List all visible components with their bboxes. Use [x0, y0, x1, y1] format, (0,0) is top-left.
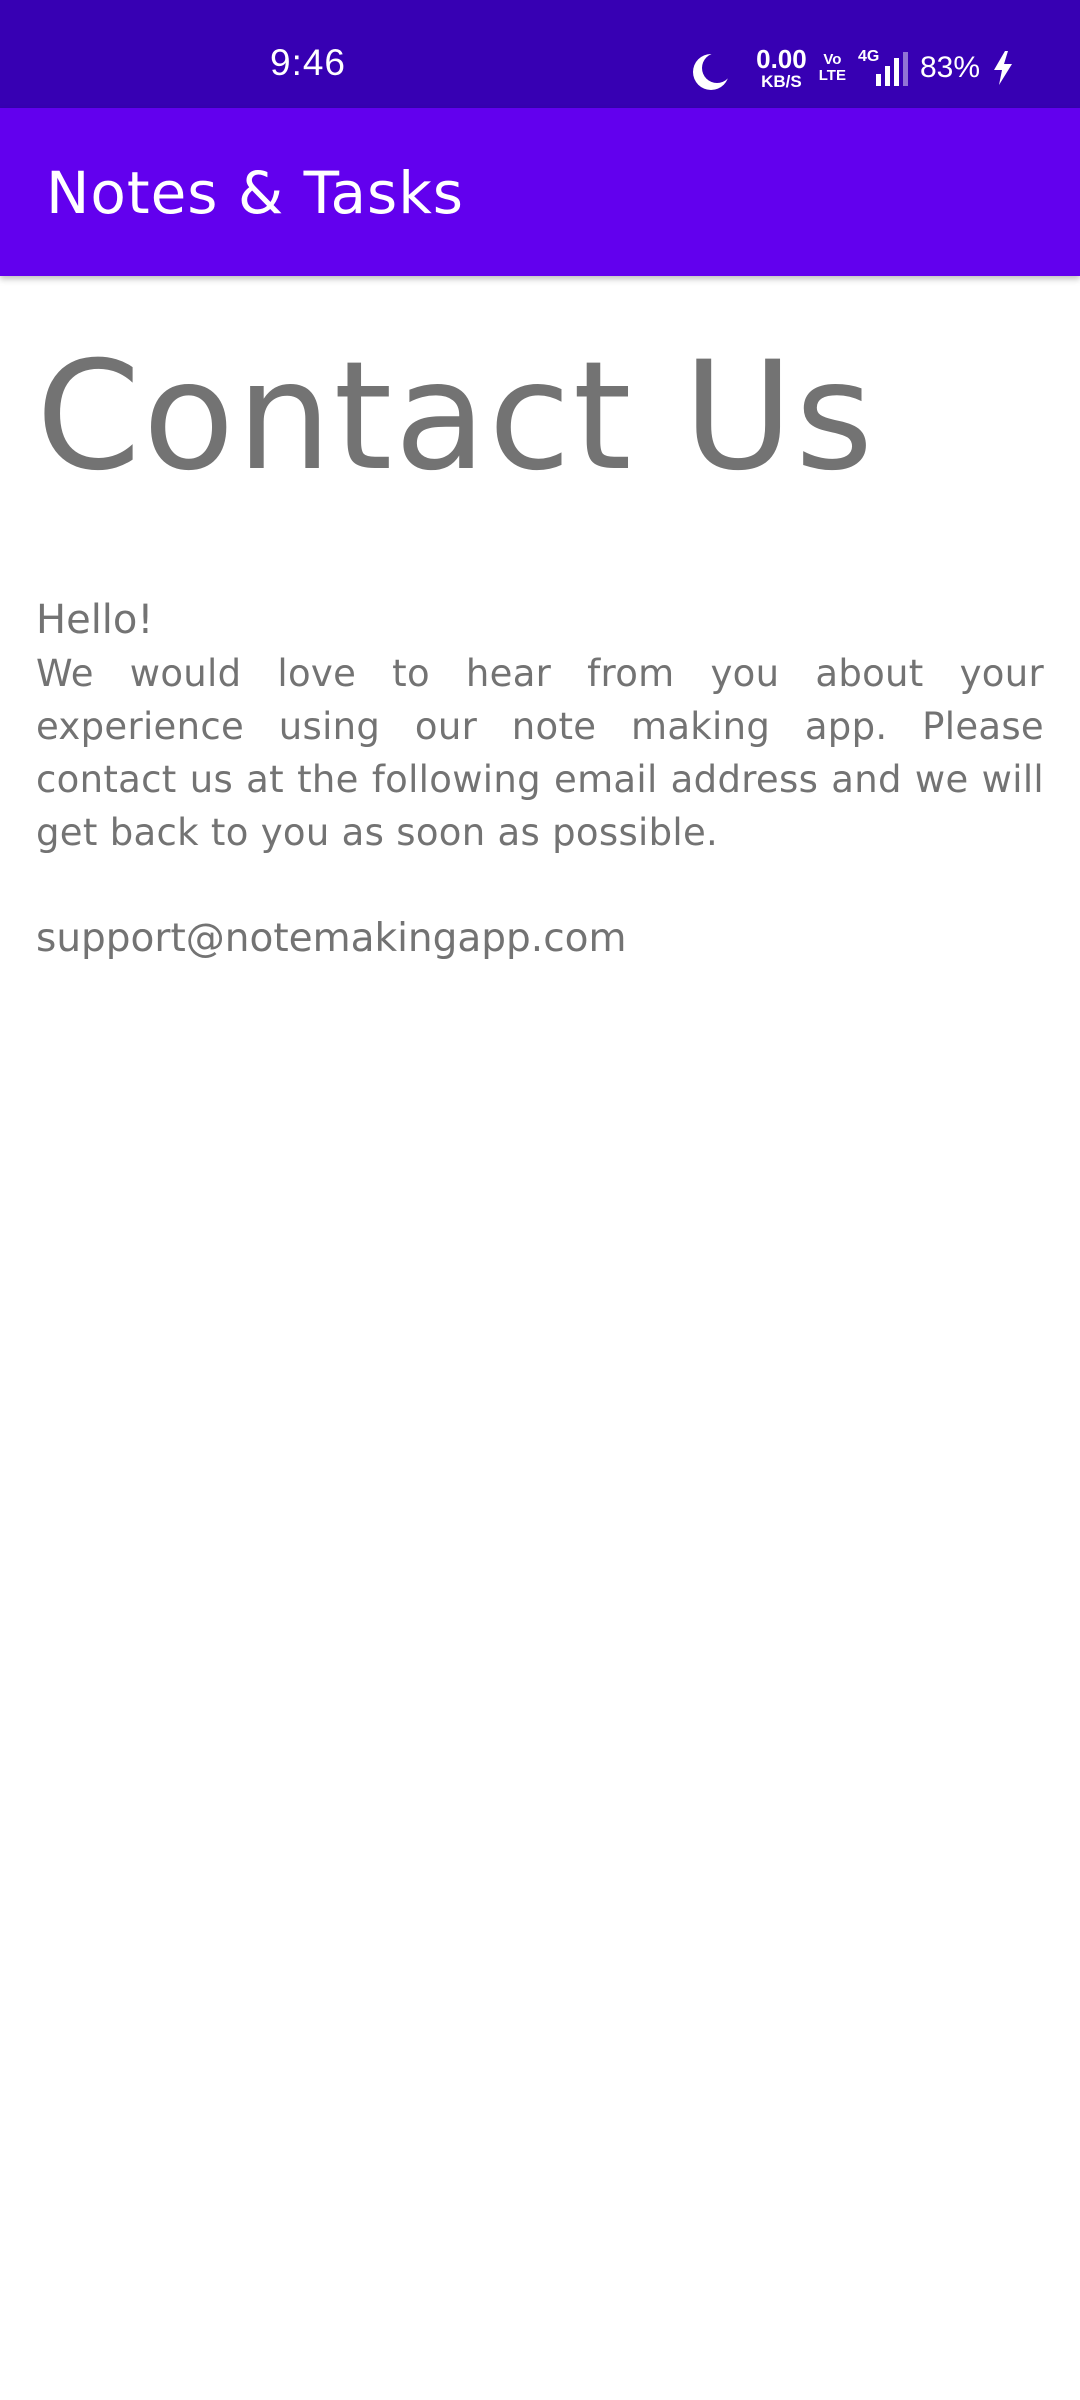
volte-top: Vo — [823, 51, 842, 69]
signal-bar — [902, 52, 908, 86]
signal-bar — [893, 58, 899, 86]
network-speed-value: 0.00 — [756, 44, 807, 74]
battery-percentage: 83% — [919, 51, 980, 84]
network-speed-unit: KB/S — [761, 72, 802, 91]
app-title: Notes & Tasks — [46, 159, 465, 227]
support-email[interactable]: support@notemakingapp.com — [36, 912, 626, 965]
signal-bar — [875, 74, 881, 86]
app-bar: Notes & Tasks — [0, 108, 1080, 276]
signal-icon: 4G — [858, 48, 908, 86]
signal-bars — [875, 52, 908, 86]
status-icons: 0.00 KB/S Vo LTE 4G 83% — [696, 46, 1014, 90]
status-time: 9:46 — [270, 42, 347, 83]
bolt-icon — [994, 51, 1012, 85]
network-speed: 0.00 KB/S — [756, 46, 807, 90]
moon-icon — [702, 53, 732, 83]
greeting-text: Hello! — [36, 597, 154, 643]
page-title: Contact Us — [36, 330, 876, 504]
volte-bottom: LTE — [818, 67, 846, 84]
signal-bar — [884, 66, 890, 86]
contact-message: We would love to hear from you about you… — [36, 652, 1044, 854]
volte-indicator: Vo LTE — [819, 52, 846, 84]
status-bar: 9:46 0.00 KB/S Vo LTE 4G 83% — [0, 0, 1080, 108]
